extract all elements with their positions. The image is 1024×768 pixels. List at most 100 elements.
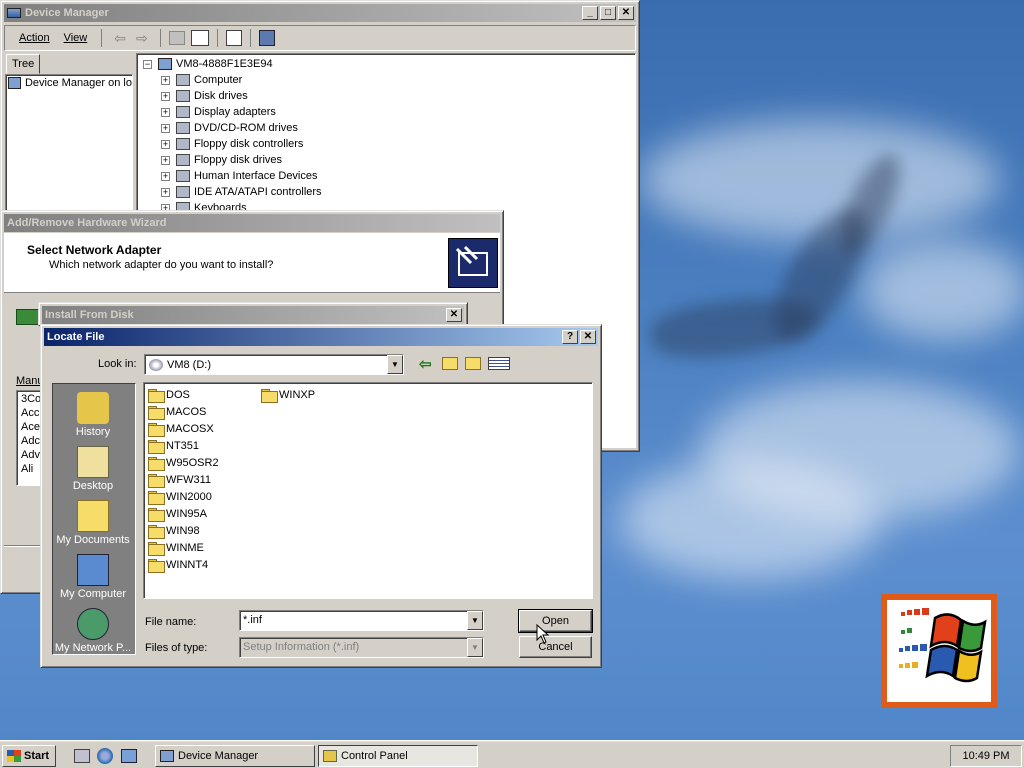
places-history[interactable]: History <box>53 392 133 438</box>
system-tray-clock[interactable]: 10:49 PM <box>950 745 1022 767</box>
wizard-titlebar[interactable]: Add/Remove Hardware Wizard <box>4 214 500 232</box>
places-bar: History Desktop My Documents My Computer… <box>52 383 136 655</box>
folder-item[interactable]: WIN98 <box>148 522 219 539</box>
tab-tree[interactable]: Tree <box>6 54 40 74</box>
back-arrow-icon[interactable]: ⇦ <box>110 30 130 47</box>
folder-item[interactable]: WIN2000 <box>148 488 219 505</box>
locate-file-dialog[interactable]: Locate File ? ✕ Look in: VM8 (D:) ▼ ⇦ Hi… <box>40 324 602 668</box>
wizard-subheading: Which network adapter do you want to ins… <box>49 259 274 271</box>
internet-explorer-icon[interactable] <box>97 748 113 764</box>
outlook-express-icon[interactable] <box>121 749 137 763</box>
folder-icon <box>148 490 165 505</box>
expand-icon[interactable]: + <box>161 139 170 149</box>
look-in-label: Look in: <box>98 358 137 370</box>
file-name-input[interactable]: *.inf ▼ <box>239 610 484 631</box>
collapse-icon[interactable]: − <box>143 59 152 69</box>
tree-item-device-manager[interactable]: Device Manager on lo <box>6 75 132 91</box>
folder-item[interactable]: WFW311 <box>148 471 219 488</box>
folder-item[interactable]: W95OSR2 <box>148 454 219 471</box>
folder-item[interactable]: DOS <box>148 386 219 403</box>
taskbar-device-manager[interactable]: Device Manager <box>155 745 315 767</box>
mouse-cursor-icon <box>536 624 550 644</box>
tree-category[interactable]: + Floppy disk drives <box>143 152 635 168</box>
manufacturer-list[interactable]: 3Co Acc Ace Adc Adv Ali <box>16 390 42 486</box>
install-from-disk-titlebar[interactable]: Install From Disk ✕ <box>42 306 464 324</box>
cancel-button[interactable]: Cancel <box>519 636 592 658</box>
device-category-icon <box>176 74 190 86</box>
expand-icon[interactable]: + <box>161 75 170 85</box>
open-button[interactable]: Open <box>518 609 593 633</box>
view-menu-icon[interactable] <box>488 357 510 370</box>
dropdown-arrow-button[interactable]: ▼ <box>387 355 403 374</box>
tree-category[interactable]: + Computer <box>143 72 635 88</box>
close-button[interactable]: ✕ <box>618 6 634 20</box>
folder-icon <box>148 422 165 437</box>
folder-item[interactable]: WINME <box>148 539 219 556</box>
folder-item[interactable]: WIN95A <box>148 505 219 522</box>
dropdown-arrow-button[interactable]: ▼ <box>467 638 483 657</box>
tree-category[interactable]: + Disk drives <box>143 88 635 104</box>
tree-category[interactable]: + Floppy disk controllers <box>143 136 635 152</box>
places-my-network-places[interactable]: My Network P... <box>53 608 133 654</box>
device-manager-titlebar[interactable]: Device Manager _ □ ✕ <box>4 4 636 22</box>
folder-icon <box>261 388 278 403</box>
tree-category[interactable]: + Display adapters <box>143 104 635 120</box>
list-item[interactable]: Ace <box>21 421 41 435</box>
my-computer-icon <box>77 554 109 586</box>
show-tree-icon[interactable] <box>190 30 209 46</box>
look-in-dropdown[interactable]: VM8 (D:) ▼ <box>144 354 404 375</box>
places-desktop[interactable]: Desktop <box>53 446 133 492</box>
file-list[interactable]: DOS MACOS MACOSX NT351 W95OSR2 WFW311 WIN2000 W… <box>143 382 593 599</box>
folder-item[interactable]: NT351 <box>148 437 219 454</box>
expand-icon[interactable]: + <box>161 187 170 197</box>
network-card-icon <box>16 309 40 325</box>
up-folder-icon[interactable] <box>168 31 185 45</box>
minimize-button[interactable]: _ <box>582 6 598 20</box>
close-button[interactable]: ✕ <box>580 330 596 344</box>
device-category-icon <box>176 186 190 198</box>
tree-category[interactable]: + Human Interface Devices <box>143 168 635 184</box>
expand-icon[interactable]: + <box>161 171 170 181</box>
show-desktop-icon[interactable] <box>74 749 90 763</box>
folder-item[interactable]: WINNT4 <box>148 556 219 573</box>
forward-arrow-icon[interactable]: ⇨ <box>132 30 152 47</box>
tree-category[interactable]: + IDE ATA/ATAPI controllers <box>143 184 635 200</box>
list-item[interactable]: Ali <box>21 463 41 477</box>
tree-category[interactable]: + DVD/CD-ROM drives <box>143 120 635 136</box>
start-button[interactable]: Start <box>2 745 56 767</box>
expand-icon[interactable]: + <box>161 123 170 133</box>
expand-icon[interactable]: + <box>161 91 170 101</box>
places-my-computer[interactable]: My Computer <box>53 554 133 600</box>
expand-icon[interactable]: + <box>161 107 170 117</box>
locate-file-titlebar[interactable]: Locate File ? ✕ <box>44 328 598 346</box>
history-icon <box>77 392 109 424</box>
folder-icon <box>148 541 165 556</box>
help-button[interactable]: ? <box>562 330 578 344</box>
help-icon[interactable] <box>258 30 275 46</box>
list-item[interactable]: Acc <box>21 407 41 421</box>
properties-icon[interactable] <box>225 30 242 46</box>
files-of-type-dropdown[interactable]: Setup Information (*.inf) ▼ <box>239 637 484 658</box>
menu-action[interactable]: Action <box>13 32 56 44</box>
computer-icon <box>160 750 174 762</box>
tree-root[interactable]: − VM8-4888F1E3E94 <box>143 56 635 72</box>
list-item[interactable]: 3Co <box>21 393 41 407</box>
close-button[interactable]: ✕ <box>446 308 462 322</box>
control-panel-icon <box>323 750 337 762</box>
hardware-icon <box>448 238 498 288</box>
menu-view[interactable]: View <box>58 32 94 44</box>
up-one-level-icon[interactable] <box>442 357 458 370</box>
folder-item[interactable]: WINXP <box>261 386 315 403</box>
taskbar-control-panel[interactable]: Control Panel <box>318 745 478 767</box>
folder-item[interactable]: MACOSX <box>148 420 219 437</box>
install-from-disk-dialog[interactable]: Install From Disk ✕ <box>38 302 468 326</box>
maximize-button[interactable]: □ <box>600 6 616 20</box>
list-item[interactable]: Adv <box>21 449 41 463</box>
places-my-documents[interactable]: My Documents <box>53 500 133 546</box>
back-icon[interactable]: ⇦ <box>419 355 432 373</box>
folder-item[interactable]: MACOS <box>148 403 219 420</box>
dropdown-arrow-button[interactable]: ▼ <box>467 611 483 630</box>
new-folder-icon[interactable] <box>465 357 481 370</box>
expand-icon[interactable]: + <box>161 155 170 165</box>
list-item[interactable]: Adc <box>21 435 41 449</box>
